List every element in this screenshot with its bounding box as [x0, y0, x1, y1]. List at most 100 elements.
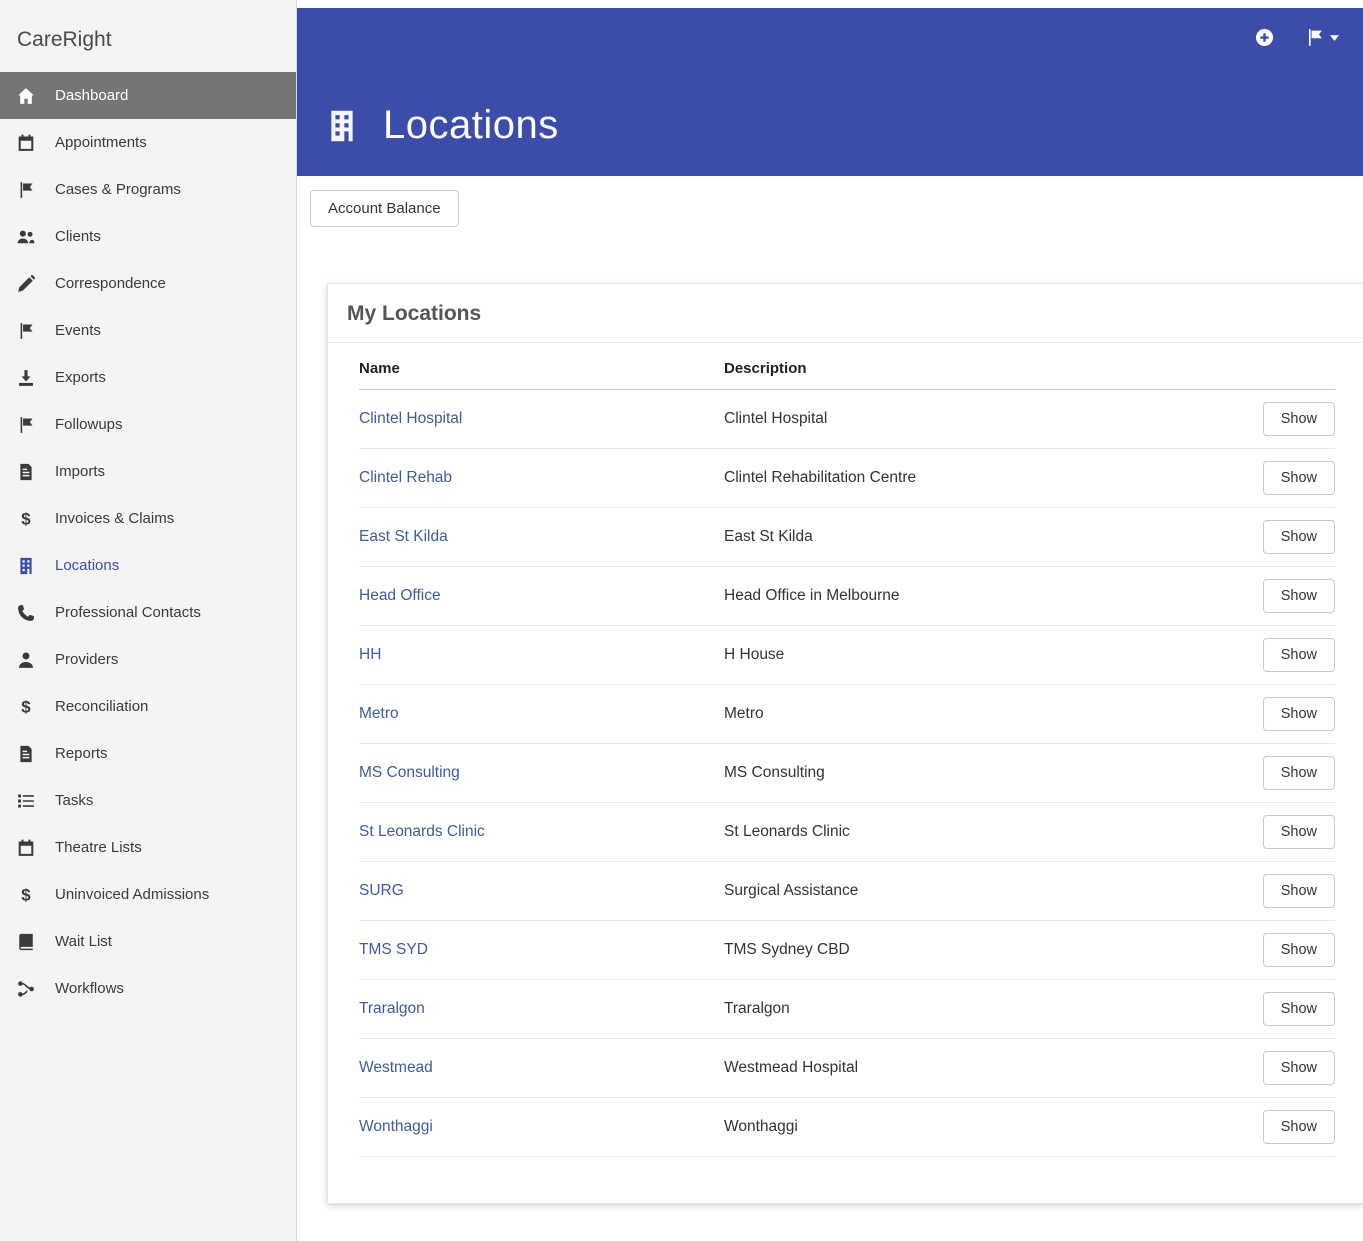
sidebar-item-label: Clients — [55, 228, 101, 245]
show-button[interactable]: Show — [1262, 874, 1335, 908]
table-header-row: Name Description — [359, 343, 1335, 390]
location-description: Metro — [724, 684, 1215, 744]
sidebar-item-label: Events — [55, 322, 101, 339]
account-balance-button[interactable]: Account Balance — [310, 190, 459, 227]
location-link[interactable]: East St Kilda — [359, 528, 448, 545]
column-header-actions — [1215, 343, 1335, 390]
location-link[interactable]: Wonthaggi — [359, 1118, 433, 1135]
sidebar-item-reconciliation[interactable]: $ Reconciliation — [0, 683, 296, 730]
main-content: Locations Account Balance My Locations N… — [297, 0, 1363, 1241]
locations-table: Name Description Clintel Hospital Clinte… — [359, 343, 1335, 1157]
sidebar-item-label: Correspondence — [55, 275, 166, 292]
sidebar-item-label: Invoices & Claims — [55, 510, 175, 527]
location-link[interactable]: TMS SYD — [359, 941, 428, 958]
show-button[interactable]: Show — [1262, 1051, 1335, 1085]
location-description: Traralgon — [724, 979, 1215, 1039]
flag-icon — [17, 322, 37, 340]
location-link[interactable]: Clintel Rehab — [359, 469, 452, 486]
location-link[interactable]: St Leonards Clinic — [359, 823, 485, 840]
add-button[interactable] — [1255, 28, 1274, 47]
file-icon — [17, 463, 37, 481]
sidebar-item-label: Providers — [55, 651, 119, 668]
table-row: Head Office Head Office in Melbourne Sho… — [359, 566, 1335, 626]
location-link[interactable]: Head Office — [359, 587, 441, 604]
sidebar-item-reports[interactable]: Reports — [0, 730, 296, 777]
show-button[interactable]: Show — [1262, 1110, 1335, 1144]
location-link[interactable]: SURG — [359, 882, 404, 899]
sidebar-item-workflows[interactable]: Workflows — [0, 965, 296, 1012]
sidebar-item-label: Wait List — [55, 933, 112, 950]
sidebar-item-invoices-claims[interactable]: $ Invoices & Claims — [0, 495, 296, 542]
table-row: TMS SYD TMS Sydney CBD Show — [359, 920, 1335, 980]
home-icon — [17, 87, 37, 105]
location-link[interactable]: Westmead — [359, 1059, 433, 1076]
sidebar-item-imports[interactable]: Imports — [0, 448, 296, 495]
flag-caret-icon — [1306, 28, 1339, 47]
table-row: Traralgon Traralgon Show — [359, 979, 1335, 1039]
sidebar-item-professional-contacts[interactable]: Professional Contacts — [0, 589, 296, 636]
dollar-icon: $ — [17, 510, 37, 528]
table-row: Wonthaggi Wonthaggi Show — [359, 1097, 1335, 1157]
sidebar: CareRight Dashboard Appointments Cases &… — [0, 0, 297, 1241]
sidebar-item-uninvoiced-admissions[interactable]: $ Uninvoiced Admissions — [0, 871, 296, 918]
location-link[interactable]: Clintel Hospital — [359, 410, 462, 427]
my-locations-panel: My Locations Name Description Clintel Ho… — [327, 283, 1363, 1204]
calendar-icon — [17, 134, 37, 152]
sidebar-item-correspondence[interactable]: Correspondence — [0, 260, 296, 307]
table-row: MS Consulting MS Consulting Show — [359, 743, 1335, 803]
flag-icon — [17, 181, 37, 199]
sidebar-item-clients[interactable]: Clients — [0, 213, 296, 260]
show-button[interactable]: Show — [1262, 815, 1335, 849]
show-button[interactable]: Show — [1262, 638, 1335, 672]
sidebar-item-dashboard[interactable]: Dashboard — [0, 72, 296, 119]
app-logo: CareRight — [17, 28, 112, 51]
flag-menu-button[interactable] — [1306, 28, 1339, 47]
sidebar-item-theatre-lists[interactable]: Theatre Lists — [0, 824, 296, 871]
show-button[interactable]: Show — [1262, 697, 1335, 731]
table-row: Metro Metro Show — [359, 684, 1335, 744]
column-header-description: Description — [724, 343, 1215, 390]
sidebar-item-followups[interactable]: Followups — [0, 401, 296, 448]
location-description: Wonthaggi — [724, 1097, 1215, 1157]
location-description: Clintel Rehabilitation Centre — [724, 448, 1215, 508]
sidebar-item-label: Appointments — [55, 134, 147, 151]
table-row: East St Kilda East St Kilda Show — [359, 507, 1335, 567]
panel-title: My Locations — [328, 284, 1363, 343]
location-link[interactable]: HH — [359, 646, 381, 663]
sidebar-item-label: Tasks — [55, 792, 94, 809]
sidebar-item-locations[interactable]: Locations — [0, 542, 296, 589]
sidebar-nav: Dashboard Appointments Cases & Programs … — [0, 72, 296, 1012]
show-button[interactable]: Show — [1262, 579, 1335, 613]
show-button[interactable]: Show — [1262, 756, 1335, 790]
show-button[interactable]: Show — [1262, 520, 1335, 554]
svg-text:$: $ — [21, 698, 31, 716]
sidebar-item-wait-list[interactable]: Wait List — [0, 918, 296, 965]
show-button[interactable]: Show — [1262, 461, 1335, 495]
location-description: Westmead Hospital — [724, 1038, 1215, 1098]
location-description: H House — [724, 625, 1215, 685]
dollar-icon: $ — [17, 886, 37, 904]
header-actions — [1255, 28, 1339, 47]
phone-icon — [17, 604, 37, 622]
page-title: Locations — [383, 103, 559, 147]
sidebar-item-appointments[interactable]: Appointments — [0, 119, 296, 166]
show-button[interactable]: Show — [1262, 992, 1335, 1026]
sidebar-item-cases-programs[interactable]: Cases & Programs — [0, 166, 296, 213]
sidebar-item-providers[interactable]: Providers — [0, 636, 296, 683]
list-icon — [17, 792, 37, 810]
location-link[interactable]: Traralgon — [359, 1000, 425, 1017]
workflow-icon — [17, 980, 37, 998]
sidebar-item-exports[interactable]: Exports — [0, 354, 296, 401]
location-link[interactable]: MS Consulting — [359, 764, 460, 781]
show-button[interactable]: Show — [1262, 402, 1335, 436]
show-button[interactable]: Show — [1262, 933, 1335, 967]
pencil-icon — [17, 274, 37, 293]
location-link[interactable]: Metro — [359, 705, 399, 722]
sidebar-item-events[interactable]: Events — [0, 307, 296, 354]
sidebar-item-label: Followups — [55, 416, 123, 433]
location-description: Head Office in Melbourne — [724, 566, 1215, 626]
calendar-icon — [17, 839, 37, 857]
table-row: Clintel Rehab Clintel Rehabilitation Cen… — [359, 448, 1335, 508]
book-icon — [17, 933, 37, 951]
sidebar-item-tasks[interactable]: Tasks — [0, 777, 296, 824]
